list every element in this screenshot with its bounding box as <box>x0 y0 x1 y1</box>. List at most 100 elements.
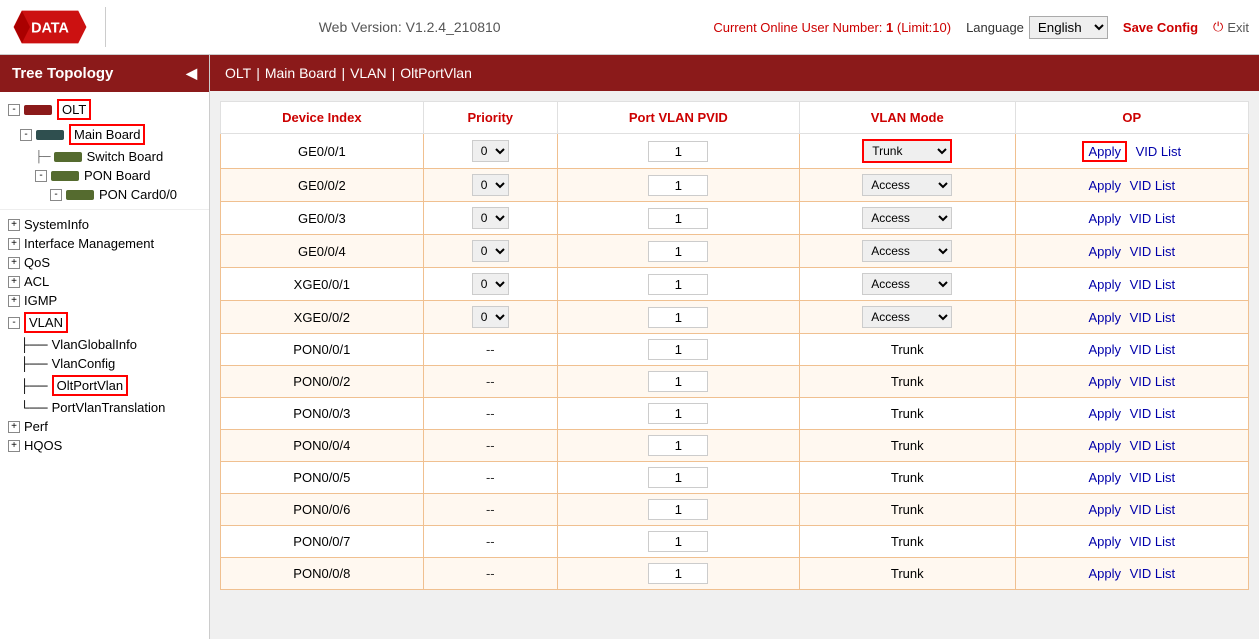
vid-list-button[interactable]: VID List <box>1130 244 1176 259</box>
apply-button[interactable]: Apply <box>1088 310 1121 325</box>
sidebar-collapse-button[interactable]: ◀ <box>186 65 197 82</box>
expand-interface[interactable]: + <box>8 238 20 250</box>
apply-button[interactable]: Apply <box>1088 502 1121 517</box>
vlan-mode-select[interactable]: TrunkAccessHybrid <box>862 139 952 163</box>
vid-list-button[interactable]: VID List <box>1130 534 1176 549</box>
apply-button[interactable]: Apply <box>1088 566 1121 581</box>
pvid-input[interactable] <box>648 371 708 392</box>
sidebar-item-perf[interactable]: + Perf <box>0 417 209 436</box>
pvid-input[interactable] <box>648 563 708 584</box>
priority-select[interactable]: 0123 4567 <box>472 140 509 162</box>
vid-list-button[interactable]: VID List <box>1130 438 1176 453</box>
priority-select[interactable]: 012 <box>472 240 509 262</box>
sidebar-item-interfacemgmt[interactable]: + Interface Management <box>0 234 209 253</box>
vid-list-button[interactable]: VID List <box>1130 310 1176 325</box>
pvid-input[interactable] <box>648 339 708 360</box>
expand-acl[interactable]: + <box>8 276 20 288</box>
vid-list-button[interactable]: VID List <box>1130 277 1176 292</box>
vlanglobal-dash: ├── <box>20 337 48 352</box>
tree-node-mainboard[interactable]: - Main Board <box>0 122 209 147</box>
vlan-mode-select[interactable]: AccessTrunkHybrid <box>862 207 952 229</box>
pvid-input[interactable] <box>648 208 708 229</box>
priority-cell: -- <box>423 334 557 366</box>
sidebar-item-vlan[interactable]: - VLAN <box>0 310 209 335</box>
priority-select[interactable]: 0123 4567 <box>472 174 509 196</box>
tree-node-poncard[interactable]: - PON Card0/0 <box>0 185 209 204</box>
exit-button[interactable]: ⏻ Exit <box>1213 19 1249 35</box>
pvid-input[interactable] <box>648 141 708 162</box>
priority-select[interactable]: 012 <box>472 207 509 229</box>
sidebar-item-vlanconfig[interactable]: ├── VlanConfig <box>0 354 209 373</box>
vid-list-button[interactable]: VID List <box>1130 211 1176 226</box>
sidebar-item-qos[interactable]: + QoS <box>0 253 209 272</box>
vlan-mode-cell: AccessTrunkHybrid <box>799 268 1015 301</box>
vid-list-button[interactable]: VID List <box>1136 144 1182 159</box>
sidebar-item-igmp[interactable]: + IGMP <box>0 291 209 310</box>
pvid-input[interactable] <box>648 403 708 424</box>
apply-button[interactable]: Apply <box>1088 342 1121 357</box>
apply-button[interactable]: Apply <box>1088 438 1121 453</box>
content-area: OLT | Main Board | VLAN | OltPortVlan De… <box>210 55 1259 639</box>
tree-node-switchboard[interactable]: ├─ Switch Board <box>0 147 209 166</box>
vid-list-button[interactable]: VID List <box>1130 406 1176 421</box>
save-config-button[interactable]: Save Config <box>1123 20 1198 35</box>
expand-sysinfo[interactable]: + <box>8 219 20 231</box>
apply-button[interactable]: Apply <box>1088 406 1121 421</box>
logo-area: DATA <box>10 7 106 47</box>
tree-node-ponboard[interactable]: - PON Board <box>0 166 209 185</box>
oltportvlan-dash: ├── <box>20 378 48 393</box>
pvid-input[interactable] <box>648 499 708 520</box>
vid-list-button[interactable]: VID List <box>1130 566 1176 581</box>
vlan-mode-select[interactable]: AccessTrunkHybrid <box>862 174 952 196</box>
priority-select[interactable]: 012 <box>472 306 509 328</box>
expand-hqos[interactable]: + <box>8 440 20 452</box>
systeminfo-label: SystemInfo <box>24 217 89 232</box>
language-select[interactable]: English Chinese <box>1029 16 1108 39</box>
sidebar-item-oltportvlan[interactable]: ├── OltPortVlan <box>0 373 209 398</box>
priority-select[interactable]: 012 <box>472 273 509 295</box>
sidebar-item-acl[interactable]: + ACL <box>0 272 209 291</box>
vid-list-button[interactable]: VID List <box>1130 374 1176 389</box>
op-cell: Apply VID List <box>1015 494 1248 526</box>
pvid-input[interactable] <box>648 274 708 295</box>
sidebar-item-hqos[interactable]: + HQOS <box>0 436 209 455</box>
vlanconfig-label: VlanConfig <box>52 356 116 371</box>
vlan-mode-text: Trunk <box>891 566 924 581</box>
vlan-mode-select[interactable]: AccessTrunkHybrid <box>862 273 952 295</box>
expand-vlan[interactable]: - <box>8 317 20 329</box>
expand-ponboard[interactable]: - <box>35 170 47 182</box>
apply-button[interactable]: Apply <box>1088 277 1121 292</box>
pvid-input[interactable] <box>648 435 708 456</box>
priority-dash: -- <box>486 438 495 453</box>
op-cell: Apply VID List <box>1015 134 1248 169</box>
sidebar-item-systeminfo[interactable]: + SystemInfo <box>0 215 209 234</box>
priority-cell: 012 <box>423 235 557 268</box>
apply-button[interactable]: Apply <box>1082 141 1127 162</box>
apply-button[interactable]: Apply <box>1088 211 1121 226</box>
vlan-mode-select[interactable]: AccessTrunkHybrid <box>862 240 952 262</box>
apply-button[interactable]: Apply <box>1088 534 1121 549</box>
expand-mainboard[interactable]: - <box>20 129 32 141</box>
expand-poncard[interactable]: - <box>50 189 62 201</box>
tree-node-olt[interactable]: - OLT <box>0 97 209 122</box>
expand-igmp[interactable]: + <box>8 295 20 307</box>
expand-perf[interactable]: + <box>8 421 20 433</box>
apply-button[interactable]: Apply <box>1088 374 1121 389</box>
apply-button[interactable]: Apply <box>1088 244 1121 259</box>
expand-olt[interactable]: - <box>8 104 20 116</box>
vid-list-button[interactable]: VID List <box>1130 502 1176 517</box>
vlan-mode-select[interactable]: AccessTrunkHybrid <box>862 306 952 328</box>
pvid-input[interactable] <box>648 467 708 488</box>
apply-button[interactable]: Apply <box>1088 178 1121 193</box>
vid-list-button[interactable]: VID List <box>1130 178 1176 193</box>
sidebar-item-vlanglobal[interactable]: ├── VlanGlobalInfo <box>0 335 209 354</box>
pvid-input[interactable] <box>648 175 708 196</box>
pvid-input[interactable] <box>648 241 708 262</box>
pvid-input[interactable] <box>648 307 708 328</box>
sidebar-item-portvlantrans[interactable]: └── PortVlanTranslation <box>0 398 209 417</box>
expand-qos[interactable]: + <box>8 257 20 269</box>
apply-button[interactable]: Apply <box>1088 470 1121 485</box>
pvid-input[interactable] <box>648 531 708 552</box>
vid-list-button[interactable]: VID List <box>1130 470 1176 485</box>
vid-list-button[interactable]: VID List <box>1130 342 1176 357</box>
